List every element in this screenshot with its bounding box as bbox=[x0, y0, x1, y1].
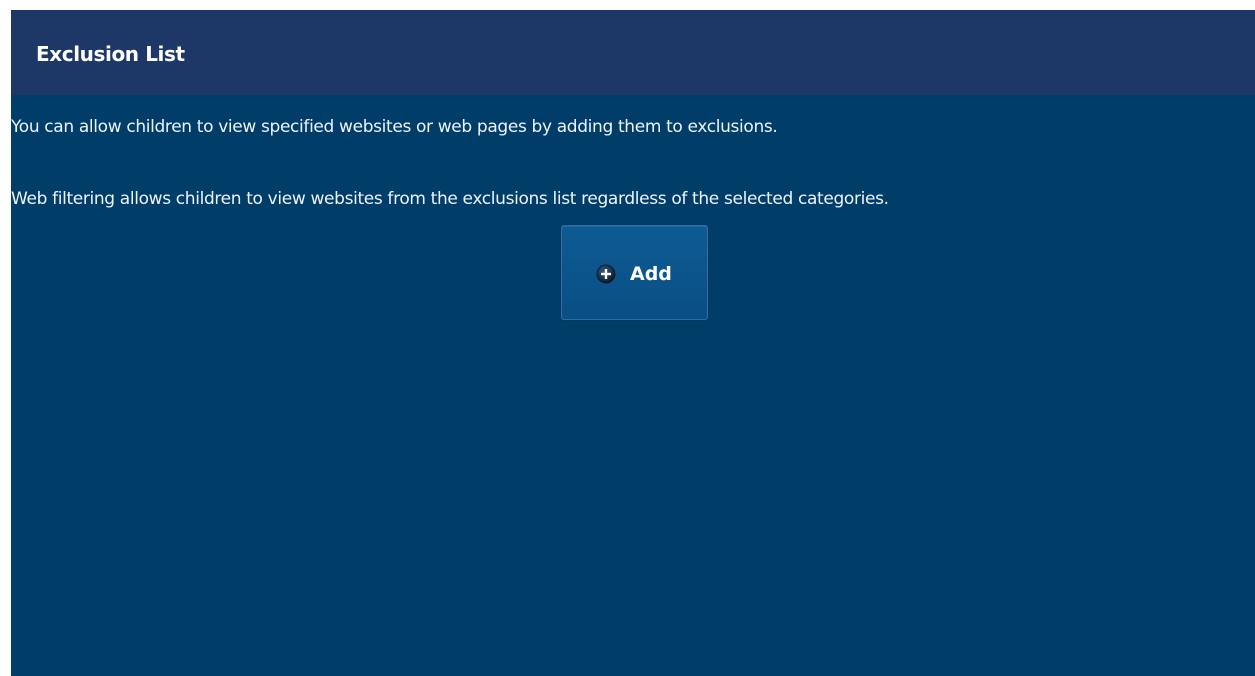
exclusion-list-panel: Exclusion List You can allow children to… bbox=[11, 10, 1255, 676]
description-text-web-filtering: Web filtering allows children to view we… bbox=[11, 189, 889, 209]
panel-header: Exclusion List bbox=[11, 10, 1255, 95]
page-title: Exclusion List bbox=[36, 42, 185, 66]
plus-circle-icon bbox=[596, 264, 616, 284]
description-text-exclusions: You can allow children to view specified… bbox=[11, 117, 778, 137]
add-button-label[interactable]: Add bbox=[630, 263, 672, 285]
add-button-content[interactable]: Add bbox=[596, 263, 672, 285]
add-button[interactable]: Add bbox=[561, 225, 708, 320]
